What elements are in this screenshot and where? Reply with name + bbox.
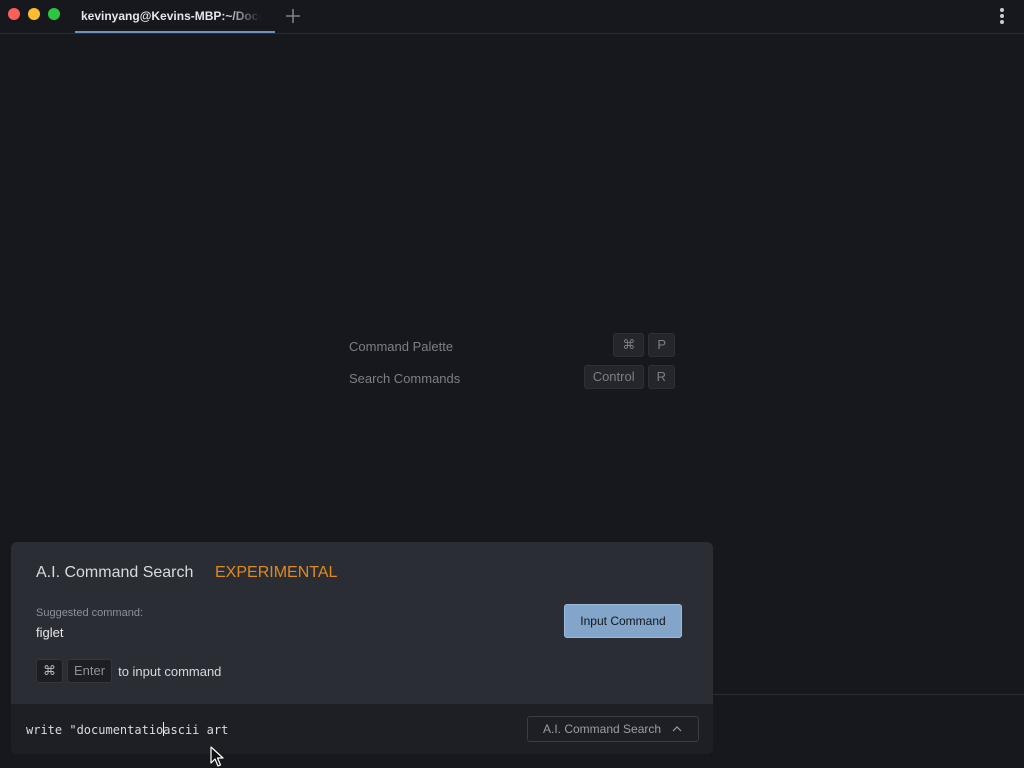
control-key: Control [583,365,644,389]
panel-title: A.I. Command Search [36,564,194,581]
plus-icon [286,9,300,23]
enter-key: Enter [67,659,113,683]
experimental-badge: EXPERIMENTAL [215,564,338,581]
prompt-divider [713,694,1024,695]
shortcut-description: to input command [118,663,222,679]
command-key-icon: ⌘ [613,333,645,357]
ai-query-input-area[interactable]: write "documentatioascii art A.I. Comman… [11,704,713,754]
zoom-window-button[interactable] [48,8,60,20]
ai-query-input[interactable]: write "documentatioascii art [26,722,228,737]
new-tab-button[interactable] [283,6,303,26]
tab-active-session[interactable]: kevinyang@Kevins-MBP:~/Docu [75,0,275,33]
search-commands-label: Search Commands [349,371,461,386]
command-key-icon: ⌘ [36,659,63,683]
tab-bar: kevinyang@Kevins-MBP:~/Docu [0,0,1024,34]
input-text-after-caret: ascii art [163,723,229,737]
chevron-up-icon [672,726,682,732]
input-command-button[interactable]: Input Command [564,604,682,638]
r-key: R [647,365,675,389]
input-command-shortcut-hint: ⌘ Enter to input command [36,659,221,683]
suggested-command-value: figlet [36,625,64,640]
search-mode-dropdown[interactable]: A.I. Command Search [527,716,699,742]
terminal-window: kevinyang@Kevins-MBP:~/Docu Command Pale… [0,0,1024,768]
input-text-before-caret: write "documentatio [26,723,164,737]
ai-command-search-panel: A.I. Command Search EXPERIMENTAL Suggest… [11,542,713,754]
tab-label: kevinyang@Kevins-MBP:~/Docu [81,9,261,23]
kebab-menu-icon [1000,8,1004,24]
p-key: P [648,333,675,357]
close-window-button[interactable] [8,8,20,20]
command-palette-label: Command Palette [349,339,454,354]
tab-menu-button[interactable] [996,6,1008,28]
command-palette-hint: Command Palette ⌘ P [349,333,675,359]
search-commands-hint: Search Commands Control R [349,365,675,391]
search-mode-label: A.I. Command Search [543,722,662,736]
minimize-window-button[interactable] [28,8,40,20]
suggested-command-label: Suggested command: [36,607,144,619]
